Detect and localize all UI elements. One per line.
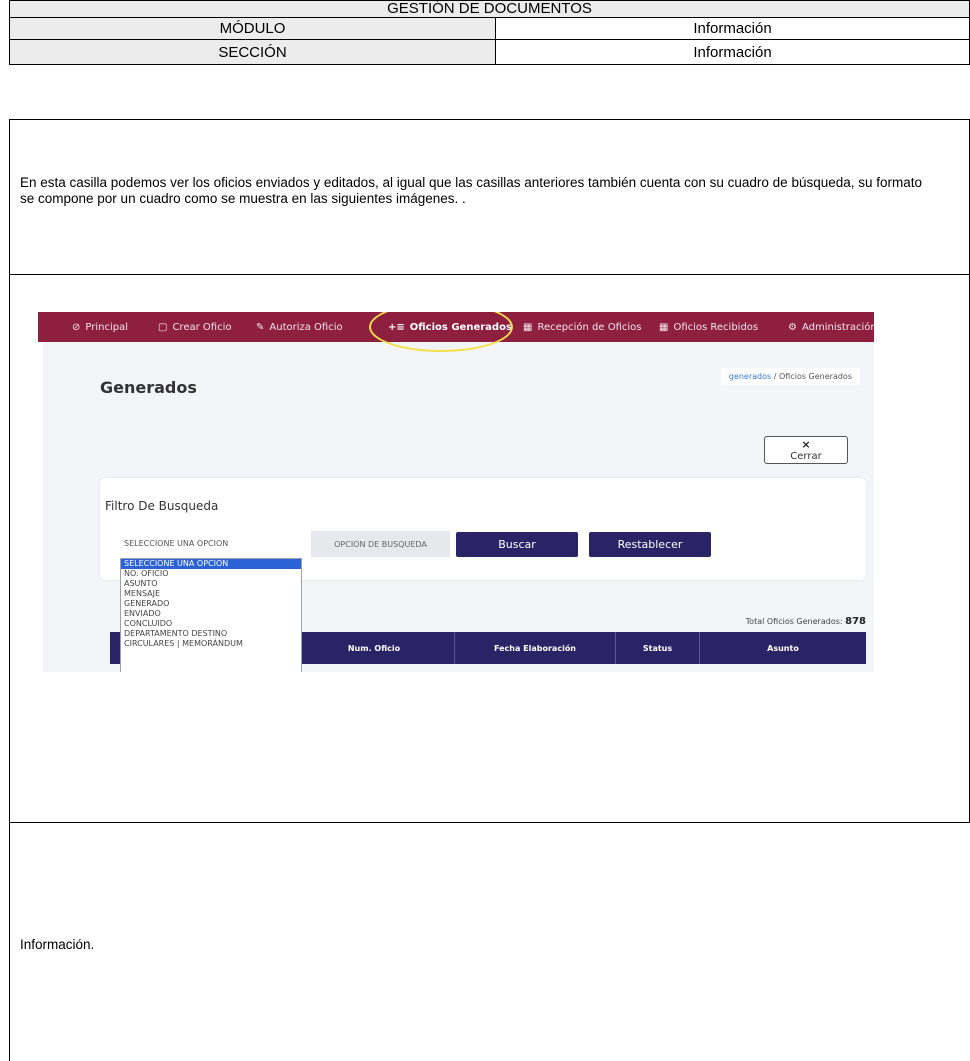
document-table: GESTIÓN DE DOCUMENTOS MÓDULO Información… xyxy=(9,0,970,1061)
nav-principal[interactable]: ⊘ Principal xyxy=(72,312,128,342)
modulo-label-cell: MÓDULO xyxy=(10,18,496,39)
nav-label: Oficios Recibidos xyxy=(673,321,759,333)
search-button[interactable]: Buscar xyxy=(456,532,578,557)
gear-icon: ⚙ xyxy=(788,321,797,333)
breadcrumb-separator: / xyxy=(773,372,777,381)
close-icon: × xyxy=(801,438,811,451)
breadcrumb-current: Oficios Generados xyxy=(778,372,852,381)
dropdown-option[interactable]: DEPARTAMENTO DESTINO xyxy=(121,629,301,639)
description-text: En esta casilla podemos ver los oficios … xyxy=(20,175,923,206)
breadcrumb: generados / Oficios Generados xyxy=(720,368,860,385)
dropdown-option[interactable]: ASUNTO xyxy=(121,579,301,589)
close-button[interactable]: × Cerrar xyxy=(764,436,848,464)
total-label: Total Oficios Generados: xyxy=(745,617,843,626)
column-num-oficio[interactable]: Num. Oficio xyxy=(293,632,454,664)
modulo-value-cell: Información xyxy=(496,18,969,39)
modulo-label: MÓDULO xyxy=(219,20,286,37)
seccion-row: SECCIÓN Información xyxy=(9,39,970,65)
close-label: Cerrar xyxy=(790,451,822,462)
grid-icon: ▦ xyxy=(659,321,669,333)
nav-label: Principal xyxy=(85,321,129,333)
dropdown-option[interactable]: CONCLUIDO xyxy=(121,619,301,629)
column-status[interactable]: Status xyxy=(615,632,699,664)
nav-label: Recepción de Oficios xyxy=(537,321,642,333)
column-fecha-elaboracion[interactable]: Fecha Elaboración xyxy=(454,632,615,664)
document-title-row: GESTIÓN DE DOCUMENTOS xyxy=(9,0,970,18)
seccion-value: Información xyxy=(693,43,772,61)
grid-icon: ▦ xyxy=(523,321,533,333)
footer-row: Información. xyxy=(9,822,970,1061)
page-title: Generados xyxy=(100,378,197,397)
screenshot-row: ⊘ Principal ▢ Crear Oficio ✎ Autoriza Of… xyxy=(9,274,970,823)
filter-title: Filtro De Busqueda xyxy=(105,499,219,513)
nav-crear-oficio[interactable]: ▢ Crear Oficio xyxy=(158,312,231,342)
search-input[interactable]: OPCION DE BUSQUEDA xyxy=(311,531,450,557)
seccion-label: SECCIÓN xyxy=(218,43,287,61)
footer-text: Información. xyxy=(20,937,95,952)
document-icon: ▢ xyxy=(158,321,168,333)
nav-label: Administración xyxy=(801,321,874,333)
modulo-value: Información xyxy=(693,20,772,37)
document-title: GESTIÓN DE DOCUMENTOS xyxy=(387,0,592,17)
breadcrumb-link[interactable]: generados xyxy=(729,372,771,381)
nav-label: Crear Oficio xyxy=(172,321,232,333)
search-option-select[interactable]: SELECCIONE UNA OPCION xyxy=(120,531,300,555)
dropdown-option[interactable]: ENVIADO xyxy=(121,609,301,619)
edit-icon: ✎ xyxy=(256,321,265,333)
nav-administracion[interactable]: ⚙ Administración xyxy=(788,312,874,342)
total-generated: Total Oficios Generados: 878 xyxy=(746,616,866,627)
modulo-row: MÓDULO Información xyxy=(9,17,970,40)
embedded-screenshot: ⊘ Principal ▢ Crear Oficio ✎ Autoriza Of… xyxy=(38,312,874,672)
nav-oficios-recibidos[interactable]: ▦ Oficios Recibidos xyxy=(659,312,758,342)
dropdown-option[interactable]: GENERADO xyxy=(121,599,301,609)
nav-label: Autoriza Oficio xyxy=(269,321,343,333)
dropdown-option[interactable]: SELECCIONE UNA OPCION xyxy=(121,559,301,569)
description-row: En esta casilla podemos ver los oficios … xyxy=(9,119,970,275)
total-value: 878 xyxy=(845,616,866,627)
seccion-value-cell: Información xyxy=(496,40,969,64)
seccion-label-cell: SECCIÓN xyxy=(10,40,496,64)
dropdown-option[interactable]: NO. OFICIO xyxy=(121,569,301,579)
nav-autoriza-oficio[interactable]: ✎ Autoriza Oficio xyxy=(256,312,343,342)
circle-slash-icon: ⊘ xyxy=(72,321,81,333)
dropdown-option[interactable]: MENSAJE xyxy=(121,589,301,599)
reset-button[interactable]: Restablecer xyxy=(589,532,711,557)
column-asunto[interactable]: Asunto xyxy=(699,632,866,664)
nav-recepcion-oficios[interactable]: ▦ Recepción de Oficios xyxy=(523,312,641,342)
dropdown-option[interactable]: CIRCULARES | MEMORÁNDUM xyxy=(121,639,301,649)
search-option-dropdown[interactable]: SELECCIONE UNA OPCION NO. OFICIO ASUNTO … xyxy=(120,558,302,672)
